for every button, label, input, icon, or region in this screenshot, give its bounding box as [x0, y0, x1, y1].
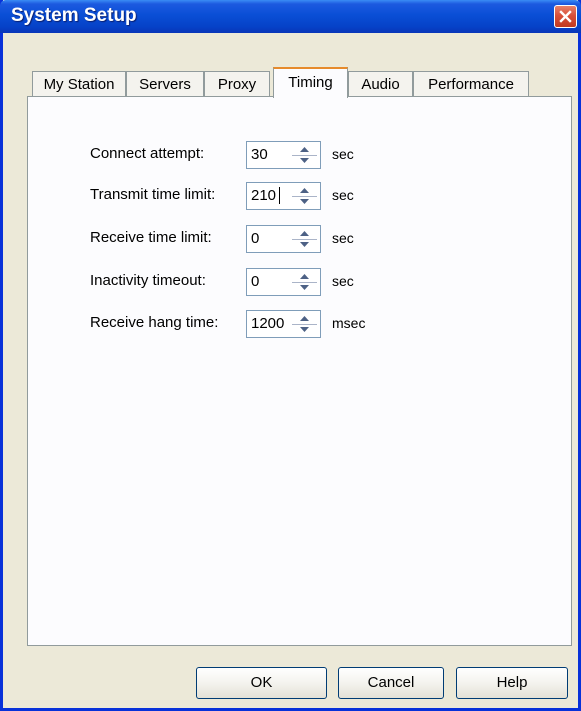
spin-down-icon[interactable]: [290, 196, 319, 208]
receive-hang-time-label: Receive hang time:: [90, 314, 219, 331]
spin-up-icon[interactable]: [290, 184, 319, 196]
tab-audio[interactable]: Audio: [348, 71, 413, 97]
cancel-button[interactable]: Cancel: [338, 667, 444, 699]
receive-hang-time-spinner[interactable]: 1200: [246, 310, 321, 338]
transmit-time-limit-value[interactable]: 210: [251, 187, 276, 204]
spinner-arrows: [290, 270, 319, 294]
receive-hang-time-unit: msec: [332, 315, 366, 331]
transmit-time-limit-spinner[interactable]: 210: [246, 182, 321, 210]
spin-up-icon[interactable]: [290, 227, 319, 239]
help-button[interactable]: Help: [456, 667, 568, 699]
transmit-time-limit-unit: sec: [332, 187, 354, 203]
receive-time-limit-value[interactable]: 0: [251, 230, 259, 247]
text-cursor: [279, 187, 280, 204]
title-bar[interactable]: System Setup: [0, 0, 581, 33]
spinner-arrows: [290, 227, 319, 251]
tab-servers[interactable]: Servers: [126, 71, 204, 97]
spin-down-icon[interactable]: [290, 282, 319, 294]
connect-attempt-value[interactable]: 30: [251, 146, 268, 163]
inactivity-timeout-label: Inactivity timeout:: [90, 272, 206, 289]
close-icon: [559, 10, 572, 23]
connect-attempt-spinner[interactable]: 30: [246, 141, 321, 169]
spin-down-icon[interactable]: [290, 324, 319, 336]
spin-up-icon[interactable]: [290, 312, 319, 324]
spin-down-icon[interactable]: [290, 155, 319, 167]
inactivity-timeout-spinner[interactable]: 0: [246, 268, 321, 296]
spinner-arrows: [290, 312, 319, 336]
spinner-arrows: [290, 143, 319, 167]
spinner-arrows: [290, 184, 319, 208]
timing-panel: [27, 96, 572, 646]
spin-up-icon[interactable]: [290, 270, 319, 282]
spin-down-icon[interactable]: [290, 239, 319, 251]
tab-timing[interactable]: Timing: [273, 67, 348, 98]
window-title: System Setup: [11, 5, 137, 26]
inactivity-timeout-unit: sec: [332, 273, 354, 289]
receive-hang-time-value[interactable]: 1200: [251, 315, 284, 332]
tab-my-station[interactable]: My Station: [32, 71, 126, 97]
receive-time-limit-spinner[interactable]: 0: [246, 225, 321, 253]
close-button[interactable]: [554, 5, 577, 28]
transmit-time-limit-label: Transmit time limit:: [90, 186, 216, 203]
connect-attempt-unit: sec: [332, 146, 354, 162]
connect-attempt-label: Connect attempt:: [90, 145, 205, 162]
spin-up-icon[interactable]: [290, 143, 319, 155]
receive-time-limit-label: Receive time limit:: [90, 229, 212, 246]
ok-button[interactable]: OK: [196, 667, 327, 699]
system-setup-dialog: System Setup My Station Servers Proxy Ti…: [0, 0, 581, 711]
receive-time-limit-unit: sec: [332, 230, 354, 246]
tab-proxy[interactable]: Proxy: [204, 71, 270, 97]
tab-performance[interactable]: Performance: [413, 71, 529, 97]
inactivity-timeout-value[interactable]: 0: [251, 273, 259, 290]
